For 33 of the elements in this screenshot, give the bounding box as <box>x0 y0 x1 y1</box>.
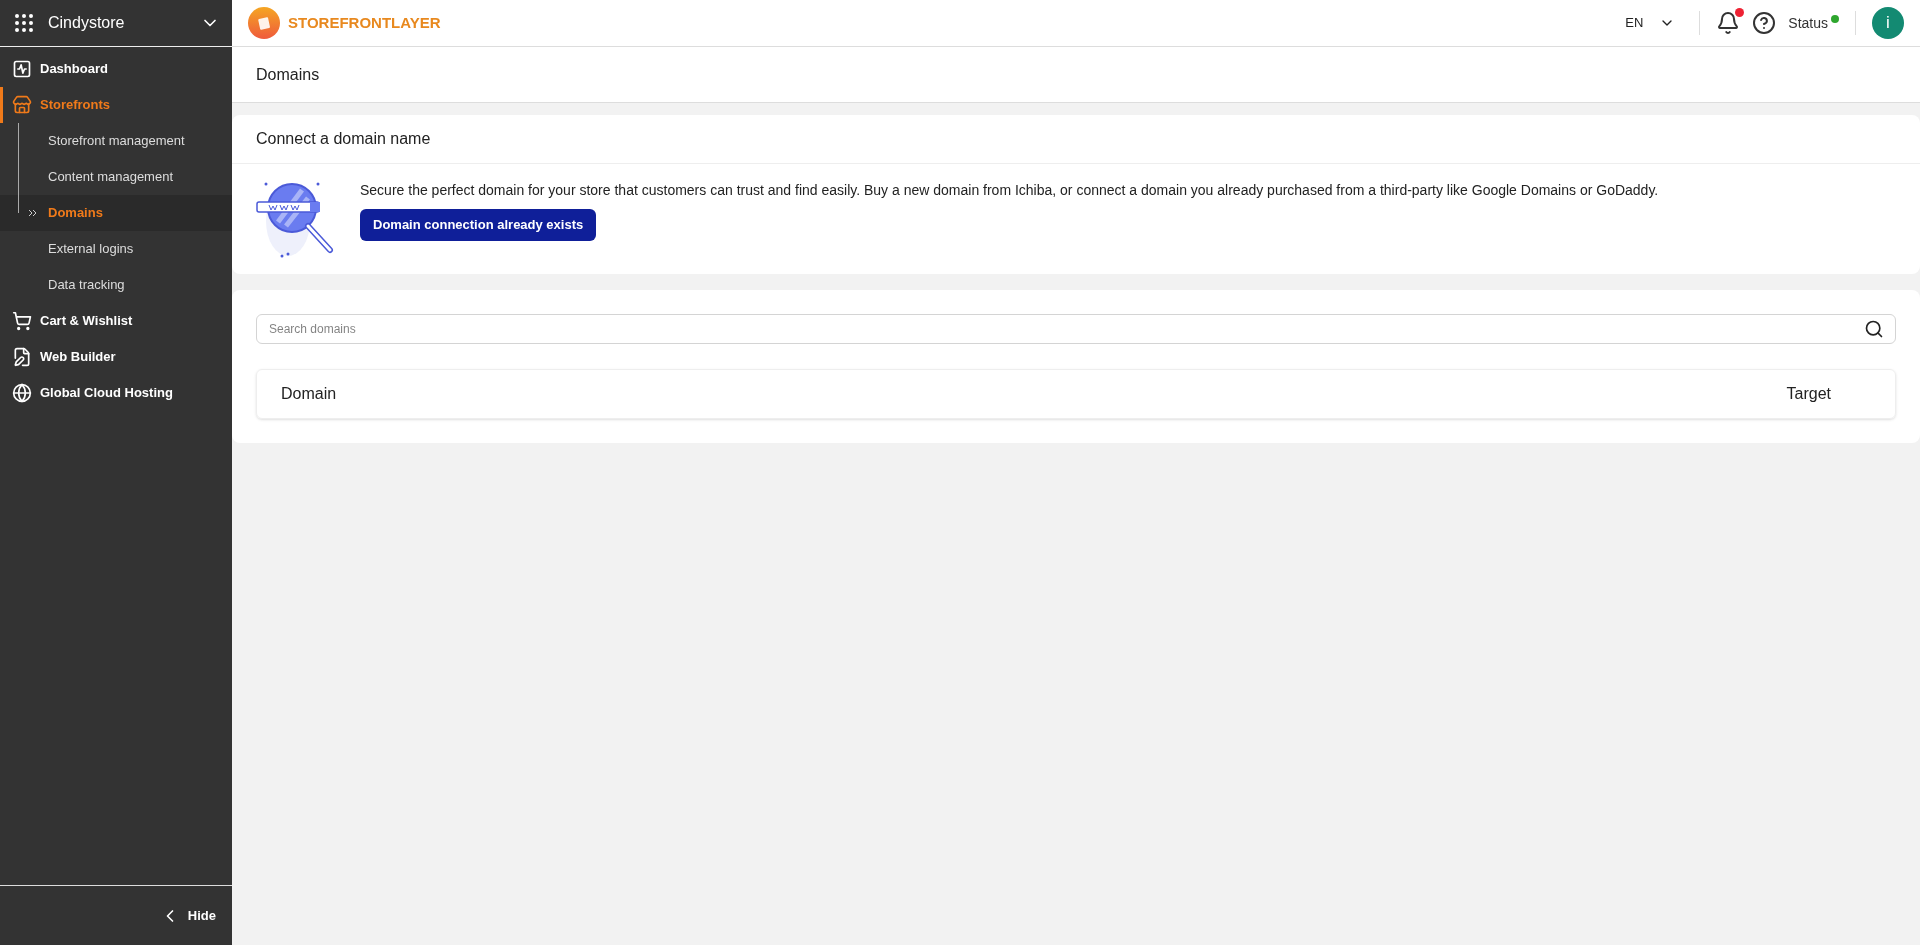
apps-grid-icon[interactable] <box>12 11 36 35</box>
arrow-icon <box>28 209 38 217</box>
chart-icon <box>12 59 32 79</box>
sidebar-subitem[interactable]: Data tracking <box>0 267 232 303</box>
page-title: Domains <box>256 64 320 85</box>
user-avatar[interactable]: i <box>1872 7 1904 39</box>
document-edit-icon <box>12 347 32 367</box>
notification-bell-icon[interactable] <box>1716 11 1741 35</box>
help-icon[interactable] <box>1752 11 1777 35</box>
hide-button[interactable]: Hide <box>187 905 216 926</box>
sidebar-item[interactable]: Dashboard <box>0 51 232 87</box>
sidebar-item[interactable]: Web Builder <box>0 339 232 375</box>
search-field[interactable]: Search domains <box>256 314 1896 344</box>
sidebar-subitem[interactable]: Domains <box>0 195 232 231</box>
cart-icon <box>12 311 32 331</box>
domain-connection-button[interactable]: Domain connection already exists <box>360 209 597 241</box>
globe-icon <box>12 383 32 403</box>
column-header: Target <box>1786 384 1832 404</box>
sidebar-item[interactable]: Cart & Wishlist <box>0 303 232 339</box>
search-icon[interactable] <box>1864 319 1884 339</box>
status-label[interactable]: Status <box>1788 12 1828 34</box>
sidebar-subitem[interactable]: Content management <box>0 159 232 195</box>
card-description: Secure the perfect domain for your store that customers can trust and find easily. Buy a new domain from Ichiba, or connect a domain you already purchased from a third-party like Google Domains or GoDaddy. <box>360 181 1659 200</box>
brand-name: STOREFRONTLAYER <box>288 12 441 33</box>
card-title: Connect a domain name <box>256 129 431 149</box>
sidebar-subitem[interactable]: External logins <box>0 231 232 267</box>
sidebar-item[interactable]: Global Cloud Hosting <box>0 375 232 411</box>
column-header: Domain <box>281 384 337 404</box>
language-selector[interactable]: EN <box>1625 13 1676 33</box>
sidebar-subitem[interactable]: Storefront management <box>0 123 232 159</box>
store-icon <box>12 95 32 115</box>
logo-icon <box>248 7 280 39</box>
store-name: Cindystore <box>48 13 126 33</box>
